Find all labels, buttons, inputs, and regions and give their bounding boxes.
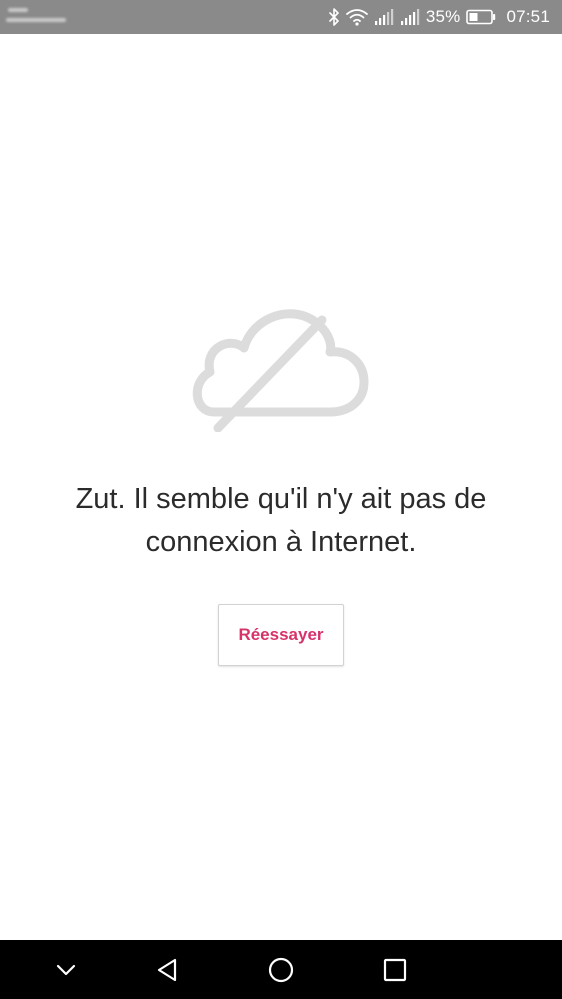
bluetooth-icon: [328, 8, 340, 26]
retry-button[interactable]: Réessayer: [218, 604, 344, 666]
no-connection-message: Zut. Il semble qu'il n'y ait pas de conn…: [75, 483, 487, 558]
navigation-bar: [0, 940, 562, 999]
back-triangle-icon[interactable]: [137, 940, 197, 999]
clock: 07:51: [506, 7, 550, 26]
notification-icons-blurred: [6, 4, 70, 30]
status-bar: 35% 07:51: [0, 0, 562, 34]
signal-icon: [374, 8, 394, 26]
chevron-down-icon[interactable]: [36, 940, 96, 999]
offline-screen: Zut. Il semble qu'il n'y ait pas de conn…: [0, 34, 562, 940]
signal-icon: [400, 8, 420, 26]
battery-percentage: 35%: [425, 7, 461, 26]
battery-icon: [466, 9, 496, 25]
cloud-offline-icon: [192, 306, 370, 433]
recents-square-icon[interactable]: [365, 940, 425, 999]
wifi-icon: [345, 8, 368, 26]
status-indicators: 35% 07:51: [328, 0, 550, 34]
home-circle-icon[interactable]: [251, 940, 311, 999]
